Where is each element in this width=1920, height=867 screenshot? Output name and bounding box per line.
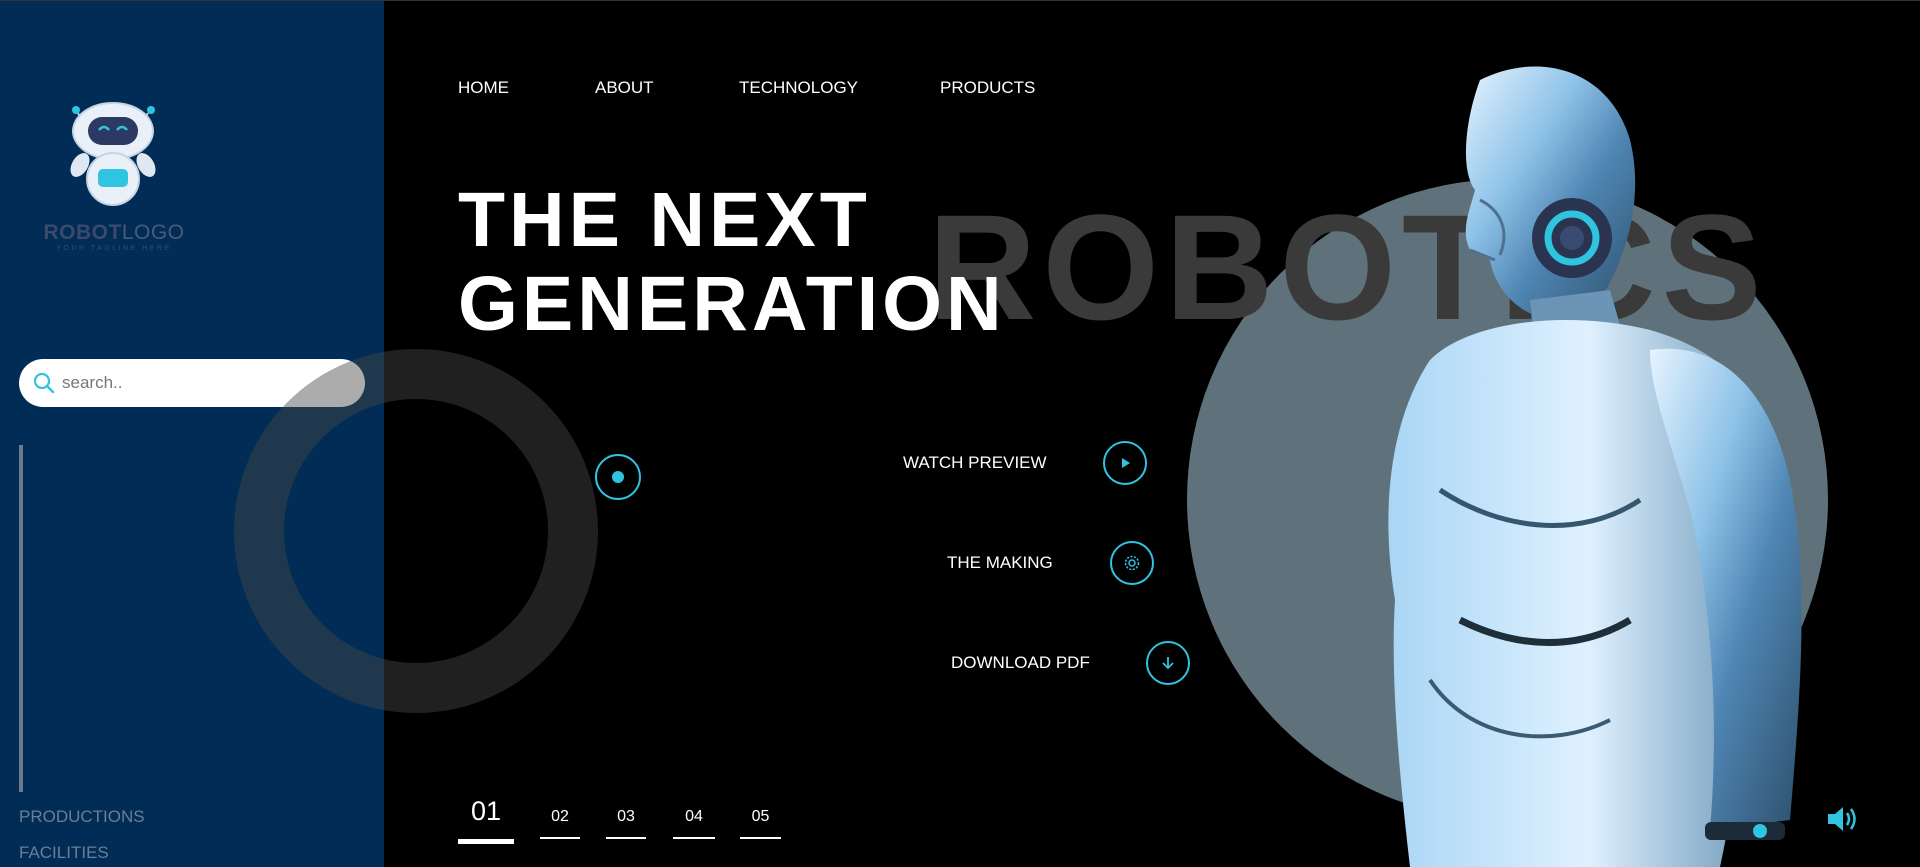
page-01-underline — [458, 839, 514, 844]
robot-logo[interactable]: ROBOTLOGO YOUR TAGLINE HERE — [36, 99, 192, 259]
sidebar-scroll-bar[interactable] — [19, 445, 23, 792]
page-05-underline — [740, 837, 781, 839]
logo-tagline: YOUR TAGLINE HERE — [56, 245, 172, 252]
sidebar-link-facilities[interactable]: FACILITIES — [19, 843, 109, 863]
hero-headline: THE NEXT GENERATION — [458, 178, 1006, 346]
download-pdf-label[interactable]: DOWNLOAD PDF — [951, 653, 1090, 673]
gear-icon — [1124, 555, 1140, 571]
speaker-icon[interactable] — [1826, 803, 1862, 835]
nav-technology[interactable]: TECHNOLOGY — [739, 78, 858, 98]
page-02-underline — [540, 837, 580, 839]
page-04[interactable]: 04 — [673, 808, 715, 826]
the-making-button[interactable] — [1110, 541, 1154, 585]
page-03-underline — [606, 837, 646, 839]
logo-word-bold: ROBOT — [43, 221, 122, 244]
download-arrow-icon — [1162, 657, 1174, 670]
play-icon — [1122, 458, 1130, 468]
dot-icon — [612, 471, 624, 483]
page-01[interactable]: 01 — [458, 796, 514, 827]
page-05[interactable]: 05 — [740, 808, 781, 826]
watch-preview-button[interactable] — [1103, 441, 1147, 485]
nav-products[interactable]: PRODUCTS — [940, 78, 1035, 98]
slide-indicator-button[interactable] — [595, 454, 641, 500]
page-02[interactable]: 02 — [540, 808, 580, 826]
logo-word-light: LOGO — [121, 221, 185, 244]
robot-illustration — [1388, 66, 1802, 867]
decorative-ring — [234, 349, 598, 713]
download-pdf-button[interactable] — [1146, 641, 1190, 685]
sidebar-link-productions[interactable]: PRODUCTIONS — [19, 807, 145, 827]
the-making-label[interactable]: THE MAKING — [947, 553, 1053, 573]
headline-line-2: GENERATION — [458, 261, 1006, 347]
page-04-underline — [673, 837, 715, 839]
headline-line-1: THE NEXT — [458, 177, 871, 263]
search-icon[interactable] — [32, 371, 56, 395]
logo-wordmark: ROBOTLOGO — [36, 221, 192, 245]
nav-about[interactable]: ABOUT — [595, 78, 654, 98]
nav-home[interactable]: HOME — [458, 78, 509, 98]
watch-preview-label[interactable]: WATCH PREVIEW — [903, 453, 1047, 473]
page-03[interactable]: 03 — [606, 808, 646, 826]
